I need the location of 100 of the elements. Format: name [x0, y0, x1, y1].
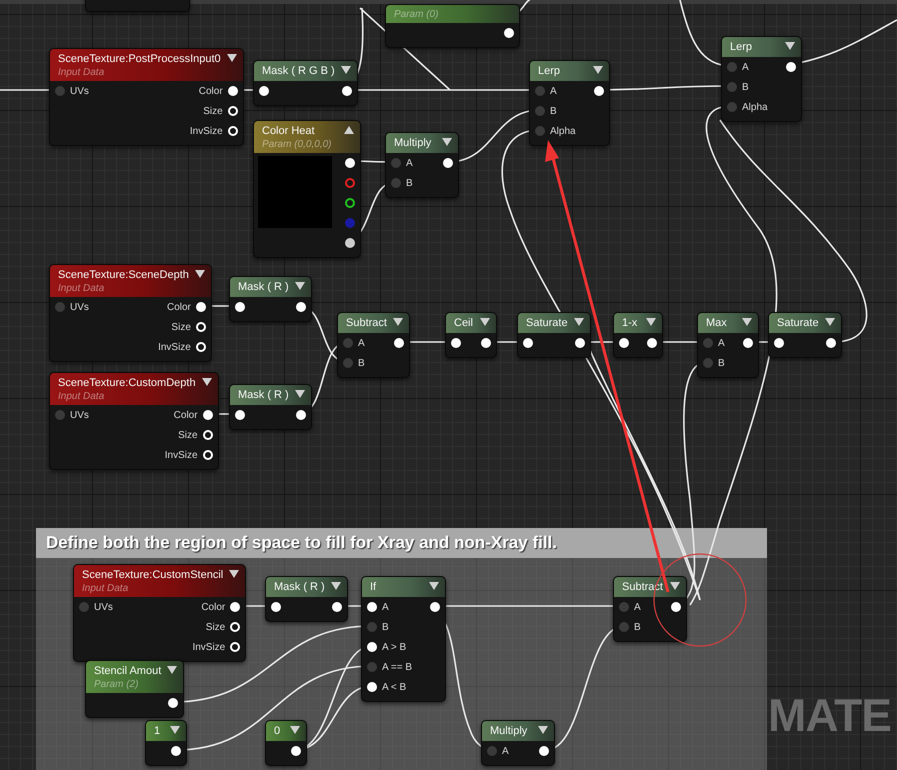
graph-node[interactable]: Saturate — [768, 312, 842, 358]
graph-node[interactable]: SceneTexture:CustomDepth Input Data UVs Color Size InvSize — [49, 372, 219, 470]
pin-icon[interactable] — [774, 338, 784, 348]
caret-icon[interactable] — [226, 54, 237, 62]
pin-icon[interactable] — [235, 410, 245, 420]
node-title: SceneTexture:PostProcessInput0 — [58, 52, 221, 66]
pin-icon[interactable] — [202, 410, 213, 420]
pin-icon[interactable] — [647, 338, 657, 348]
pin-icon[interactable] — [367, 602, 377, 612]
caret-icon[interactable] — [646, 318, 656, 326]
pin-icon[interactable] — [171, 746, 181, 756]
caret-icon[interactable] — [442, 138, 452, 146]
caret-icon[interactable] — [202, 378, 212, 386]
pin-icon[interactable] — [594, 86, 604, 96]
caret-icon[interactable] — [294, 282, 305, 290]
caret-icon[interactable] — [429, 582, 440, 590]
pin-label: InvSize — [158, 342, 191, 352]
pin-icon[interactable] — [742, 338, 753, 348]
pin-icon[interactable] — [504, 28, 514, 38]
node-title: Lerp — [730, 40, 754, 54]
pin-icon[interactable] — [196, 302, 206, 312]
pin-label: InvSize — [190, 126, 223, 136]
caret-icon[interactable] — [538, 726, 548, 734]
pin-icon[interactable] — [228, 86, 238, 96]
caret-icon[interactable] — [229, 570, 240, 578]
pin-icon[interactable] — [168, 698, 178, 708]
pin-icon[interactable] — [332, 602, 342, 612]
graph-node[interactable]: Lerp A B Alpha — [721, 36, 802, 122]
graph-node[interactable]: Multiply A — [481, 720, 555, 766]
pin-label: UVs — [94, 602, 113, 612]
pin-icon[interactable] — [342, 86, 352, 96]
pin-icon[interactable] — [574, 338, 585, 348]
graph-node[interactable]: Subtract A B — [337, 312, 410, 378]
pin-icon[interactable] — [443, 158, 453, 168]
pin-icon[interactable] — [271, 602, 281, 612]
node-title: Multiply — [394, 136, 432, 150]
graph-node[interactable]: SceneTexture:SceneDepth Input Data UVs Color Size InvSize — [49, 264, 212, 362]
pin-icon[interactable] — [619, 338, 629, 348]
pin-label: Color — [201, 602, 226, 612]
caret-icon[interactable] — [167, 666, 178, 674]
pin-icon[interactable] — [235, 302, 245, 312]
graph-node[interactable]: Mask ( R G B ) — [253, 60, 358, 106]
pin-icon[interactable] — [539, 746, 549, 756]
graph-node[interactable]: Mask ( R ) — [265, 576, 348, 622]
pin-icon[interactable] — [259, 86, 269, 96]
pin-label: UVs — [70, 302, 89, 312]
caret-icon[interactable] — [340, 66, 351, 74]
caret-icon[interactable] — [824, 318, 835, 326]
node-title: Mask ( R ) — [238, 280, 289, 294]
caret-icon[interactable] — [670, 582, 680, 590]
pin-icon[interactable] — [296, 410, 306, 420]
graph-node[interactable]: 1-x — [613, 312, 663, 358]
graph-node[interactable]: Mask ( R ) — [229, 384, 312, 430]
graph-node[interactable]: Saturate — [517, 312, 591, 358]
caret-icon[interactable] — [170, 726, 180, 734]
graph-node[interactable]: Color Heat Param (0,0,0,0) — [253, 120, 361, 258]
pin-icon[interactable] — [826, 338, 836, 348]
pin-icon[interactable] — [230, 602, 240, 612]
caret-icon[interactable] — [574, 318, 584, 326]
caret-icon[interactable] — [290, 726, 300, 734]
graph-node[interactable]: 1 — [145, 720, 187, 766]
caret-icon[interactable] — [330, 582, 341, 590]
pin-icon[interactable] — [367, 642, 377, 652]
pin-icon[interactable] — [481, 338, 491, 348]
pin-label: Size — [178, 430, 198, 440]
graph-node[interactable]: If A B A > B A == B A < B — [361, 576, 446, 702]
pin-icon[interactable] — [345, 198, 355, 208]
pin-label: Alpha — [742, 102, 768, 112]
graph-node[interactable]: Multiply A B — [385, 132, 459, 198]
pin-icon[interactable] — [430, 602, 440, 612]
caret-icon[interactable] — [592, 66, 603, 74]
pin-icon[interactable] — [291, 746, 301, 756]
pin-icon[interactable] — [296, 302, 306, 312]
graph-node[interactable]: Stencil Amout Param (2) — [85, 660, 184, 718]
pin-icon[interactable] — [786, 62, 796, 72]
pin-label: B — [742, 82, 749, 92]
pin-icon[interactable] — [671, 602, 681, 612]
graph-node[interactable]: Max A B — [697, 312, 759, 378]
pin-icon[interactable] — [451, 338, 461, 348]
graph-node[interactable]: SceneTexture:PostProcessInput0 Input Data UVs Color Size InvSize — [49, 48, 244, 146]
pin-icon[interactable] — [367, 682, 377, 692]
caret-icon[interactable] — [194, 270, 205, 278]
graph-node[interactable]: Lerp A B Alpha — [529, 60, 610, 146]
caret-icon[interactable] — [393, 318, 403, 326]
caret-icon[interactable] — [784, 42, 795, 50]
node-subtitle: Param (0) — [394, 8, 440, 20]
caret-icon[interactable] — [742, 318, 752, 326]
graph-node[interactable]: Ceil — [445, 312, 497, 358]
caret-icon[interactable] — [480, 318, 490, 326]
collapse-caret-icon[interactable] — [344, 126, 354, 134]
node-title: Stencil Amout — [94, 664, 162, 678]
pin-label: B — [718, 358, 725, 368]
pin-icon[interactable] — [523, 338, 533, 348]
pin-icon[interactable] — [394, 338, 404, 348]
pin-icon[interactable] — [345, 158, 355, 168]
pin-icon[interactable] — [345, 238, 355, 248]
graph-node[interactable]: Mask ( R ) — [229, 276, 312, 322]
graph-node[interactable]: SceneTexture:CustomStencil Input Data UVs Color Size InvSize — [73, 564, 246, 662]
graph-node[interactable]: 0 — [265, 720, 307, 766]
caret-icon[interactable] — [294, 390, 305, 398]
